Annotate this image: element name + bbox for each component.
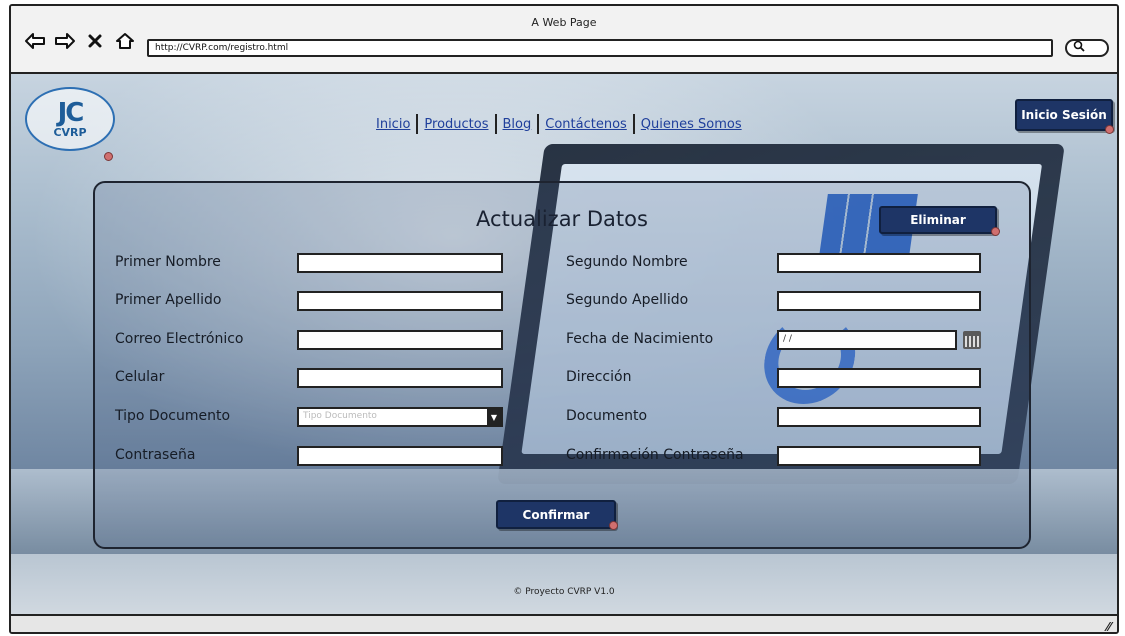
label-primer-apellido: Primer Apellido	[115, 292, 222, 308]
login-button[interactable]: Inicio Sesión	[1015, 99, 1113, 131]
window-title: A Web Page	[531, 16, 597, 29]
primer-nombre-input[interactable]	[297, 253, 503, 273]
nav-link-quienes-somos[interactable]: Quienes Somos	[641, 117, 742, 132]
confirmacion-contrasena-input[interactable]	[777, 446, 981, 466]
nav-separator	[632, 114, 635, 134]
label-documento: Documento	[566, 408, 648, 424]
forward-arrow-icon[interactable]	[53, 30, 77, 52]
browser-nav-buttons	[23, 30, 137, 52]
fecha-nacimiento-input[interactable]: / /	[777, 330, 957, 350]
label-correo: Correo Electrónico	[115, 331, 244, 347]
nav-separator	[494, 114, 497, 134]
label-tipo-documento: Tipo Documento	[115, 408, 231, 424]
browser-titlebar: A Web Page http://CVRP.com/registro.html	[11, 6, 1117, 74]
close-x-icon[interactable]	[83, 30, 107, 52]
nav-link-productos[interactable]: Productos	[424, 117, 488, 132]
browser-window: A Web Page http://CVRP.com/registro.html	[9, 4, 1119, 634]
label-fecha-nacimiento: Fecha de Nacimiento	[566, 331, 714, 347]
correo-input[interactable]	[297, 330, 503, 350]
back-arrow-icon[interactable]	[23, 30, 47, 52]
cvrp-logo[interactable]: JC CVRP	[25, 87, 115, 151]
link-badge-icon	[609, 521, 618, 530]
label-direccion: Dirección	[566, 369, 632, 385]
label-contrasena: Contraseña	[115, 447, 196, 463]
resize-handle-icon[interactable]: ⁄⁄	[1107, 619, 1111, 632]
segundo-apellido-input[interactable]	[777, 291, 981, 311]
home-icon[interactable]	[113, 30, 137, 52]
contrasena-input[interactable]	[297, 446, 503, 466]
celular-input[interactable]	[297, 368, 503, 388]
footer-text: © Proyecto CVRP V1.0	[513, 587, 615, 597]
update-data-form: Actualizar Datos Eliminar Primer Nombre …	[93, 181, 1031, 549]
page-viewport: JC CVRP Inicio Productos Blog Contácteno…	[11, 74, 1117, 614]
direccion-input[interactable]	[777, 368, 981, 388]
logo-mark: JC	[57, 97, 85, 128]
label-segundo-apellido: Segundo Apellido	[566, 292, 689, 308]
link-badge-icon	[1105, 125, 1114, 134]
nav-link-blog[interactable]: Blog	[503, 117, 532, 132]
nav-separator	[416, 114, 419, 134]
confirm-button[interactable]: Confirmar	[496, 500, 616, 529]
tipo-documento-select[interactable]: Tipo Documento ▼	[297, 407, 503, 427]
main-nav: Inicio Productos Blog Contáctenos Quiene…	[376, 114, 742, 134]
search-icon	[1073, 39, 1085, 57]
logo-text: CVRP	[53, 125, 87, 139]
tipo-documento-placeholder: Tipo Documento	[303, 411, 377, 421]
link-badge-icon	[991, 227, 1000, 236]
page-bottom-area	[11, 554, 1117, 614]
label-celular: Celular	[115, 369, 165, 385]
label-segundo-nombre: Segundo Nombre	[566, 254, 688, 270]
nav-link-inicio[interactable]: Inicio	[376, 117, 410, 132]
segundo-nombre-input[interactable]	[777, 253, 981, 273]
nav-separator	[537, 114, 540, 134]
browser-search-pill[interactable]	[1065, 39, 1109, 57]
browser-statusbar: ⁄⁄	[11, 614, 1117, 632]
label-confirmacion-contrasena: Confirmación Contraseña	[566, 447, 744, 463]
nav-link-contactenos[interactable]: Contáctenos	[545, 117, 627, 132]
delete-button[interactable]: Eliminar	[879, 206, 997, 234]
url-bar[interactable]: http://CVRP.com/registro.html	[147, 39, 1053, 57]
label-primer-nombre: Primer Nombre	[115, 254, 221, 270]
link-badge-icon	[104, 152, 113, 161]
chevron-down-icon: ▼	[487, 409, 501, 425]
primer-apellido-input[interactable]	[297, 291, 503, 311]
calendar-icon[interactable]	[963, 331, 981, 349]
documento-input[interactable]	[777, 407, 981, 427]
